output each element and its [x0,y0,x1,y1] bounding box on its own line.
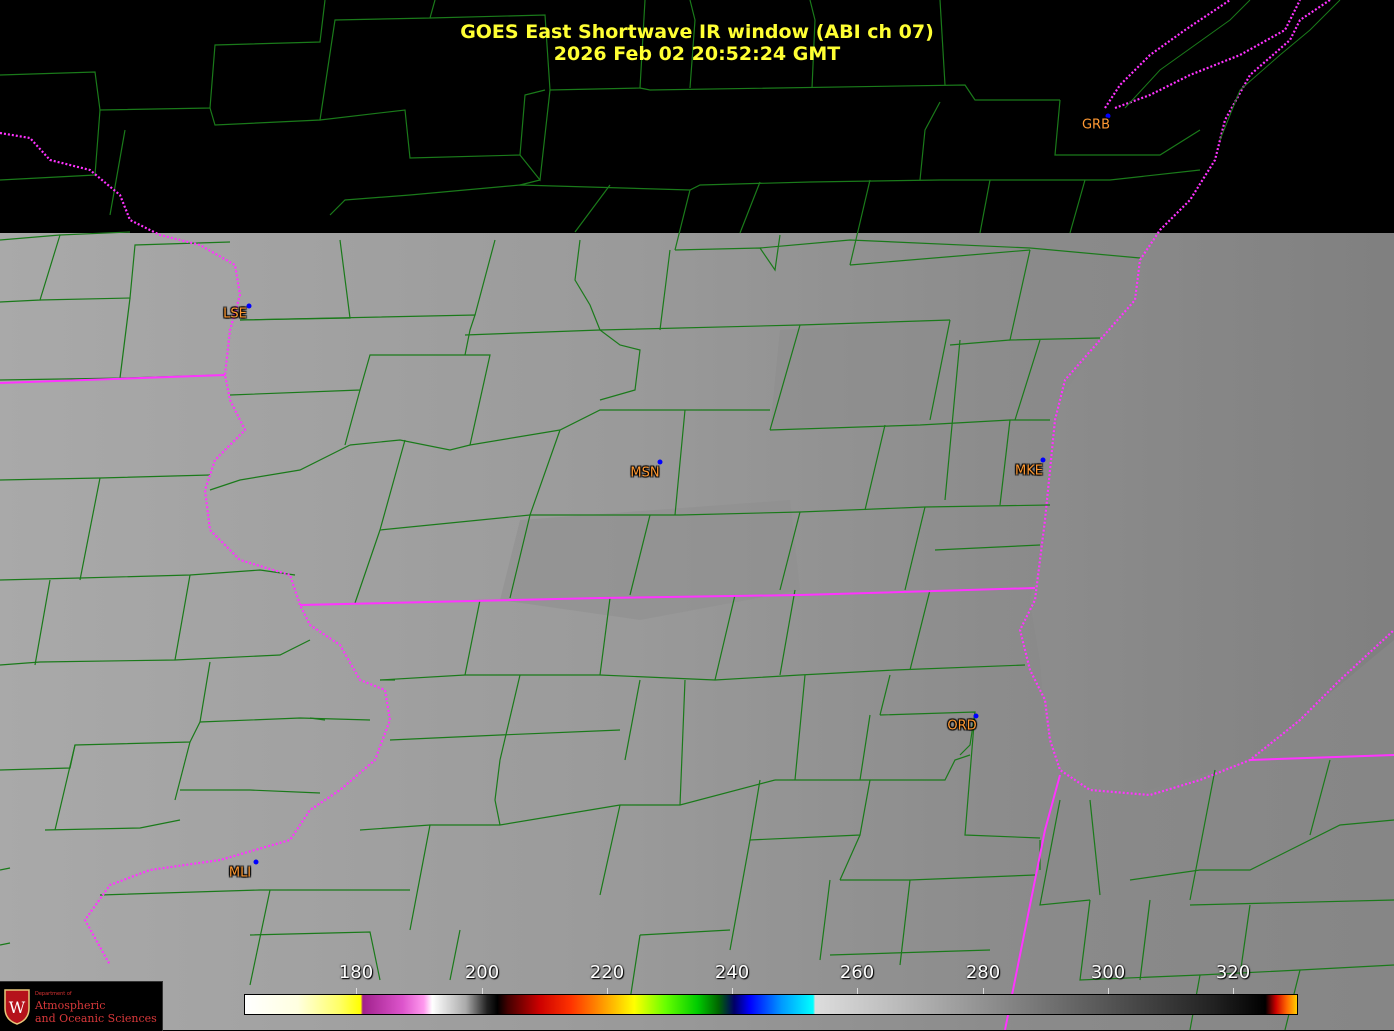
station-label-mli: MLI [228,865,252,881]
colorbar-tick-label: 220 [589,962,625,983]
logo-line-1: Atmospheric [35,999,106,1012]
colorbar-tick-mark [732,988,733,994]
colorbar-tick-label: 280 [965,962,1001,983]
station-dot-mli [253,859,259,865]
station-dot-msn [657,459,663,465]
logo-dept-text: Department of [35,991,72,997]
svg-text:W: W [9,998,26,1017]
colorbar-tick-label: 200 [464,962,500,983]
map-title: GOES East Shortwave IR window (ABI ch 07… [460,21,934,43]
colorbar-tick-mark [482,988,483,994]
colorbar-tick-mark [983,988,984,994]
station-label-mke: MKE [1015,463,1043,479]
station-dot-mke [1040,457,1046,463]
colorbar-tick-mark [1108,988,1109,994]
aos-logo: W Department of Atmospheric and Oceanic … [0,981,163,1031]
colorbar-tick-mark [857,988,858,994]
temperature-colorbar [244,994,1298,1015]
station-label-grb: GRB [1081,117,1111,133]
colorbar-tick-mark [1233,988,1234,994]
colorbar-tick-label: 180 [338,962,374,983]
colorbar-tick-label: 320 [1215,962,1251,983]
colorbar-tick-label: 260 [839,962,875,983]
station-dot-lse [246,303,252,309]
colorbar-tick-label: 240 [714,962,750,983]
colorbar-tick-label: 300 [1090,962,1126,983]
uw-crest-icon: W [4,989,30,1025]
colorbar-tick-mark [607,988,608,994]
station-label-msn: MSN [630,465,660,481]
station-label-ord: ORD [947,718,977,734]
logo-line-2: and Oceanic Sciences [35,1012,157,1025]
colorbar-tick-mark [356,988,357,994]
station-label-lse: LSE [223,306,247,322]
satellite-map [0,0,1394,1030]
map-timestamp: 2026 Feb 02 20:52:24 GMT [553,43,841,65]
